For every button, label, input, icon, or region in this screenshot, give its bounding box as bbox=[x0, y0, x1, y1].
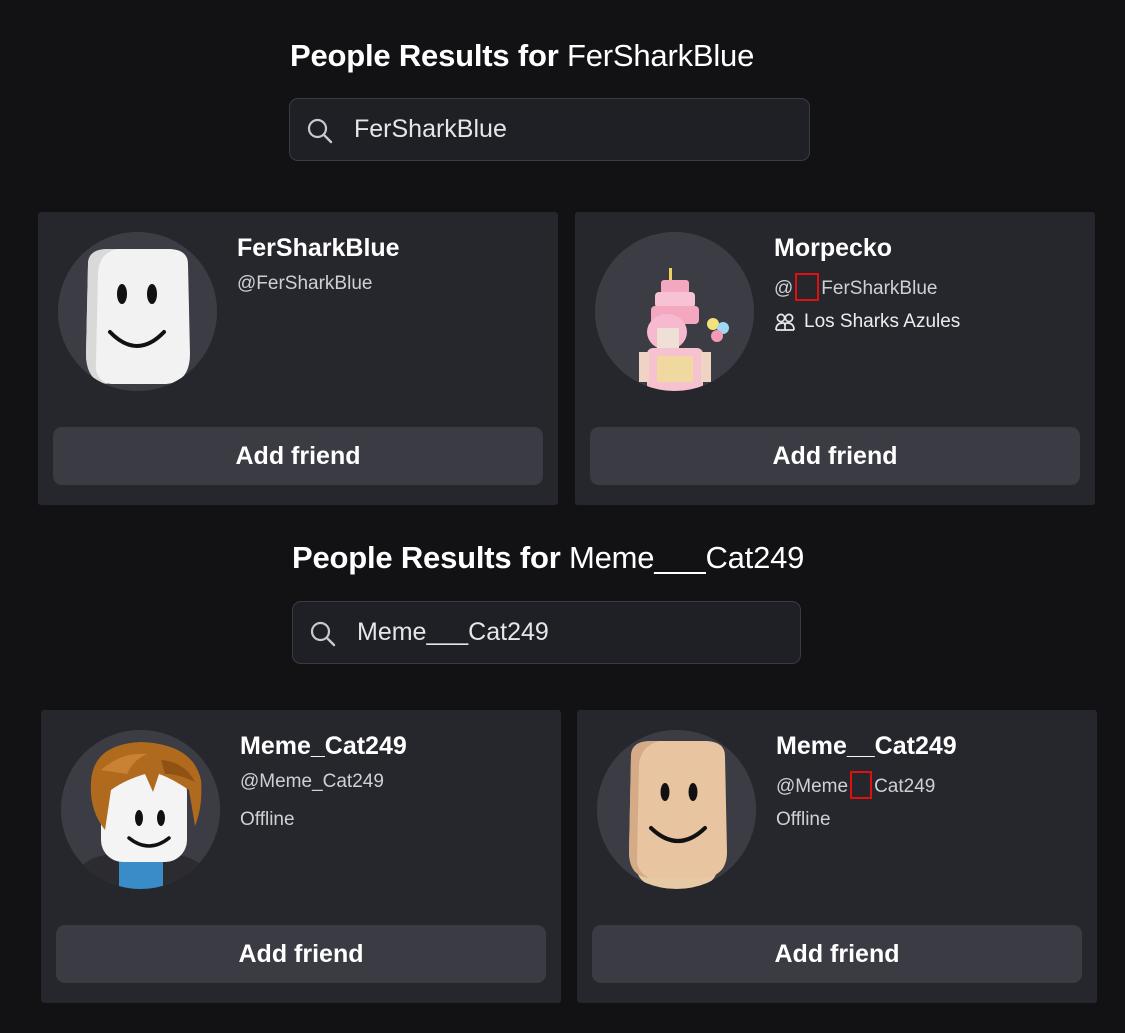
highlight-box bbox=[850, 771, 873, 799]
display-name[interactable]: Morpecko bbox=[774, 234, 892, 263]
search-icon bbox=[307, 118, 333, 144]
search-value: Meme___Cat249 bbox=[357, 618, 549, 646]
white-blocky-head-icon bbox=[58, 232, 217, 391]
result-card[interactable]: Meme_Cat249 @Meme_Cat249 Offline Add fri… bbox=[41, 710, 561, 1003]
result-card[interactable]: FerSharkBlue @FerSharkBlue Add friend bbox=[38, 212, 558, 505]
result-card[interactable]: Meme__Cat249 @Meme Cat249 Offline Add fri… bbox=[577, 710, 1097, 1003]
username-prefix: @Meme bbox=[776, 776, 849, 797]
result-card[interactable]: Morpecko @ FerSharkBlue Los Sharks Azules… bbox=[575, 212, 1095, 505]
pink-cake-avatar-icon bbox=[595, 232, 754, 391]
add-friend-button[interactable]: Add friend bbox=[590, 427, 1080, 485]
section-title-1: People Results for FerSharkBlue bbox=[290, 38, 754, 74]
avatar[interactable] bbox=[61, 730, 220, 889]
presence-status: Offline bbox=[776, 809, 831, 830]
section-title-2: People Results for Meme___Cat249 bbox=[292, 540, 804, 576]
presence-status: Offline bbox=[240, 809, 295, 830]
username: @FerSharkBlue bbox=[237, 273, 373, 294]
display-name[interactable]: Meme_Cat249 bbox=[240, 732, 407, 761]
add-friend-button[interactable]: Add friend bbox=[53, 427, 543, 485]
search-input-1[interactable]: FerSharkBlue bbox=[289, 98, 810, 161]
group-icon bbox=[775, 313, 795, 331]
title-query: Meme___Cat249 bbox=[569, 540, 805, 575]
brown-hair-avatar-icon bbox=[61, 730, 220, 889]
display-name[interactable]: Meme__Cat249 bbox=[776, 732, 957, 761]
display-name[interactable]: FerSharkBlue bbox=[237, 234, 400, 263]
avatar[interactable] bbox=[597, 730, 756, 889]
title-prefix: People Results for bbox=[290, 38, 559, 73]
title-query: FerSharkBlue bbox=[567, 38, 755, 73]
group-name: Los Sharks Azules bbox=[804, 311, 961, 332]
username: @Meme Cat249 bbox=[776, 771, 935, 799]
title-prefix: People Results for bbox=[292, 540, 561, 575]
add-friend-button[interactable]: Add friend bbox=[56, 925, 546, 983]
username: @ FerSharkBlue bbox=[774, 273, 937, 301]
tan-blocky-head-icon bbox=[597, 730, 756, 889]
username-at: @ bbox=[774, 278, 794, 299]
username-rest: FerSharkBlue bbox=[821, 278, 938, 299]
avatar[interactable] bbox=[58, 232, 217, 391]
username: @Meme_Cat249 bbox=[240, 771, 384, 792]
highlight-box bbox=[795, 273, 820, 301]
search-input-2[interactable]: Meme___Cat249 bbox=[292, 601, 801, 664]
people-search-page: People Results for FerSharkBlue FerShark… bbox=[0, 0, 1125, 1033]
search-value: FerSharkBlue bbox=[354, 115, 507, 143]
search-icon bbox=[310, 621, 336, 647]
avatar[interactable] bbox=[595, 232, 754, 391]
username-suffix: Cat249 bbox=[874, 776, 936, 797]
add-friend-button[interactable]: Add friend bbox=[592, 925, 1082, 983]
group-line[interactable]: Los Sharks Azules bbox=[774, 311, 960, 333]
